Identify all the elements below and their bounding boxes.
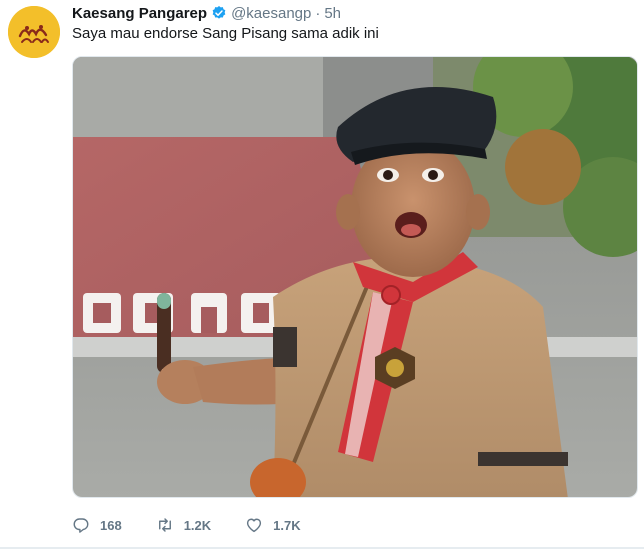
avatar[interactable] bbox=[8, 6, 60, 58]
tweet-text: Saya mau endorse Sang Pisang sama adik i… bbox=[72, 25, 379, 42]
verified-badge-icon bbox=[211, 5, 227, 21]
tweet-actions: 168 1.2K 1.7K bbox=[72, 513, 335, 537]
photo-boy-scout-with-popsicle bbox=[73, 57, 637, 497]
tweet-image[interactable] bbox=[72, 56, 638, 498]
heart-icon bbox=[245, 516, 263, 534]
reply-button[interactable]: 168 bbox=[72, 516, 122, 534]
retweet-count: 1.2K bbox=[183, 517, 212, 533]
avatar-logo-icon bbox=[8, 6, 60, 58]
reply-count: 168 bbox=[100, 517, 122, 533]
author-name[interactable]: Kaesang Pangarep bbox=[72, 5, 207, 22]
like-count: 1.7K bbox=[273, 517, 301, 533]
separator-dot: · bbox=[315, 4, 321, 22]
tweet-header: Kaesang Pangarep @kaesangp · 5h bbox=[72, 3, 341, 23]
like-button[interactable]: 1.7K bbox=[245, 516, 301, 534]
author-handle[interactable]: @kaesangp bbox=[231, 5, 311, 22]
retweet-button[interactable]: 1.2K bbox=[156, 516, 211, 534]
tweet-timestamp[interactable]: 5h bbox=[324, 5, 341, 22]
retweet-icon bbox=[156, 516, 174, 534]
reply-icon bbox=[72, 516, 90, 534]
tweet[interactable]: Kaesang Pangarep @kaesangp · 5h Saya mau… bbox=[0, 0, 644, 549]
